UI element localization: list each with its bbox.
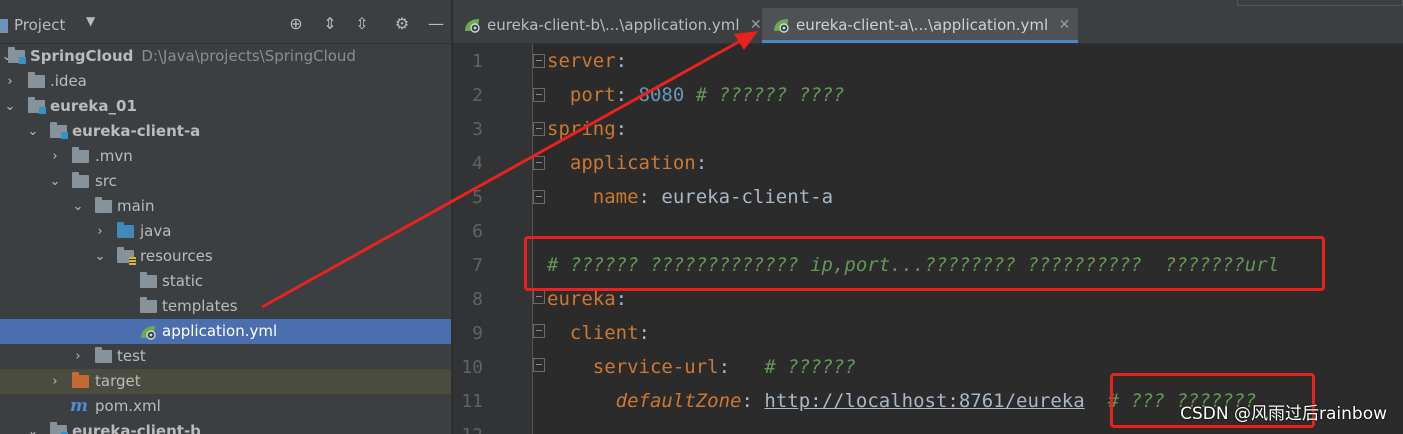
annotation-arrow bbox=[261, 31, 758, 309]
watermark: CSDN @风雨过后rainbow bbox=[1180, 404, 1387, 424]
